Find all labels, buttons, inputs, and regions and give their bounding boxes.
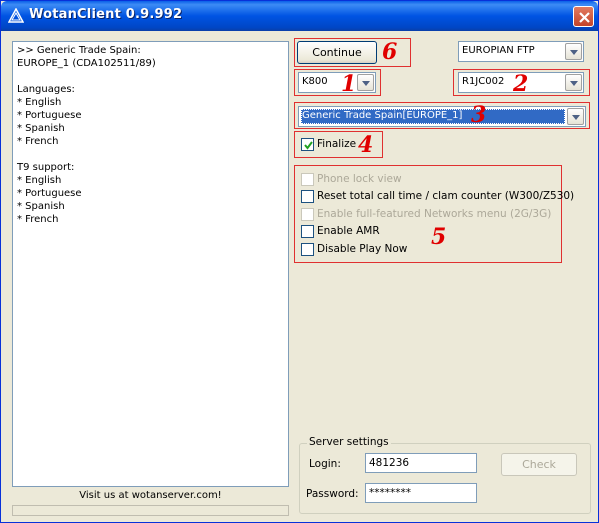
visit-link[interactable]: Visit us at wotanserver.com!: [12, 490, 289, 501]
close-icon: [579, 12, 590, 23]
annotation-6: 6: [382, 39, 398, 65]
firmware-value: R1JC002: [462, 76, 505, 87]
app-window: WotanClient 0.9.992 >> Generic Trade Spa…: [0, 0, 599, 523]
region-value: Generic Trade Spain[EUROPE_1]: [301, 109, 565, 124]
option-checkbox[interactable]: [301, 243, 314, 256]
option-reset-call-time[interactable]: Reset total call time / clam counter (W3…: [301, 189, 574, 204]
password-label: Password:: [306, 488, 359, 500]
option-checkbox: [301, 173, 314, 186]
option-disable-play-now[interactable]: Disable Play Now: [301, 242, 421, 257]
option-enable-amr[interactable]: Enable AMR: [301, 224, 421, 239]
window-title: WotanClient 0.9.992: [29, 7, 183, 22]
option-label: Disable Play Now: [317, 243, 408, 255]
server-settings-legend: Server settings: [307, 436, 391, 448]
annotation-1: 1: [341, 71, 357, 97]
option-checkbox: [301, 208, 314, 221]
option-checkbox[interactable]: [301, 190, 314, 203]
finalize-label: Finalize: [317, 138, 357, 150]
close-button[interactable]: [573, 6, 594, 27]
wotan-triangle-icon: [7, 7, 25, 24]
option-checkbox[interactable]: [301, 225, 314, 238]
annotation-4: 4: [358, 132, 374, 158]
option-label: Enable AMR: [317, 225, 380, 237]
title-bar[interactable]: WotanClient 0.9.992: [1, 1, 598, 31]
password-field[interactable]: ********: [365, 483, 477, 503]
annotation-5: 5: [431, 224, 447, 250]
ftp-server-value: EUROPIAN FTP: [462, 45, 535, 56]
login-label: Login:: [309, 458, 341, 470]
option-label: Enable full-featured Networks menu (2G/3…: [317, 208, 552, 220]
phone-model-select[interactable]: K800: [298, 72, 376, 93]
login-field[interactable]: 481236: [365, 453, 477, 473]
option-phone-lock-view: Phone lock view: [301, 172, 551, 187]
phone-model-value: K800: [302, 76, 328, 87]
option-networks-menu: Enable full-featured Networks menu (2G/3…: [301, 207, 556, 222]
chevron-down-icon[interactable]: [357, 74, 374, 91]
option-label: Reset total call time / clam counter (W3…: [317, 190, 575, 202]
chevron-down-icon[interactable]: [565, 43, 582, 60]
checkmark-icon: [304, 141, 313, 150]
annotation-3: 3: [471, 102, 487, 128]
progress-bar: [12, 505, 289, 516]
annotation-2: 2: [513, 71, 529, 97]
check-button[interactable]: Check: [501, 453, 577, 476]
chevron-down-icon[interactable]: [565, 74, 582, 91]
finalize-checkbox[interactable]: [301, 138, 314, 151]
continue-button[interactable]: Continue: [297, 41, 377, 64]
info-text-pane[interactable]: >> Generic Trade Spain: EUROPE_1 (CDA102…: [12, 41, 289, 487]
region-select[interactable]: Generic Trade Spain[EUROPE_1]: [298, 106, 586, 127]
chevron-down-icon[interactable]: [567, 108, 584, 125]
option-label: Phone lock view: [317, 173, 402, 185]
ftp-server-select[interactable]: EUROPIAN FTP: [458, 41, 584, 62]
